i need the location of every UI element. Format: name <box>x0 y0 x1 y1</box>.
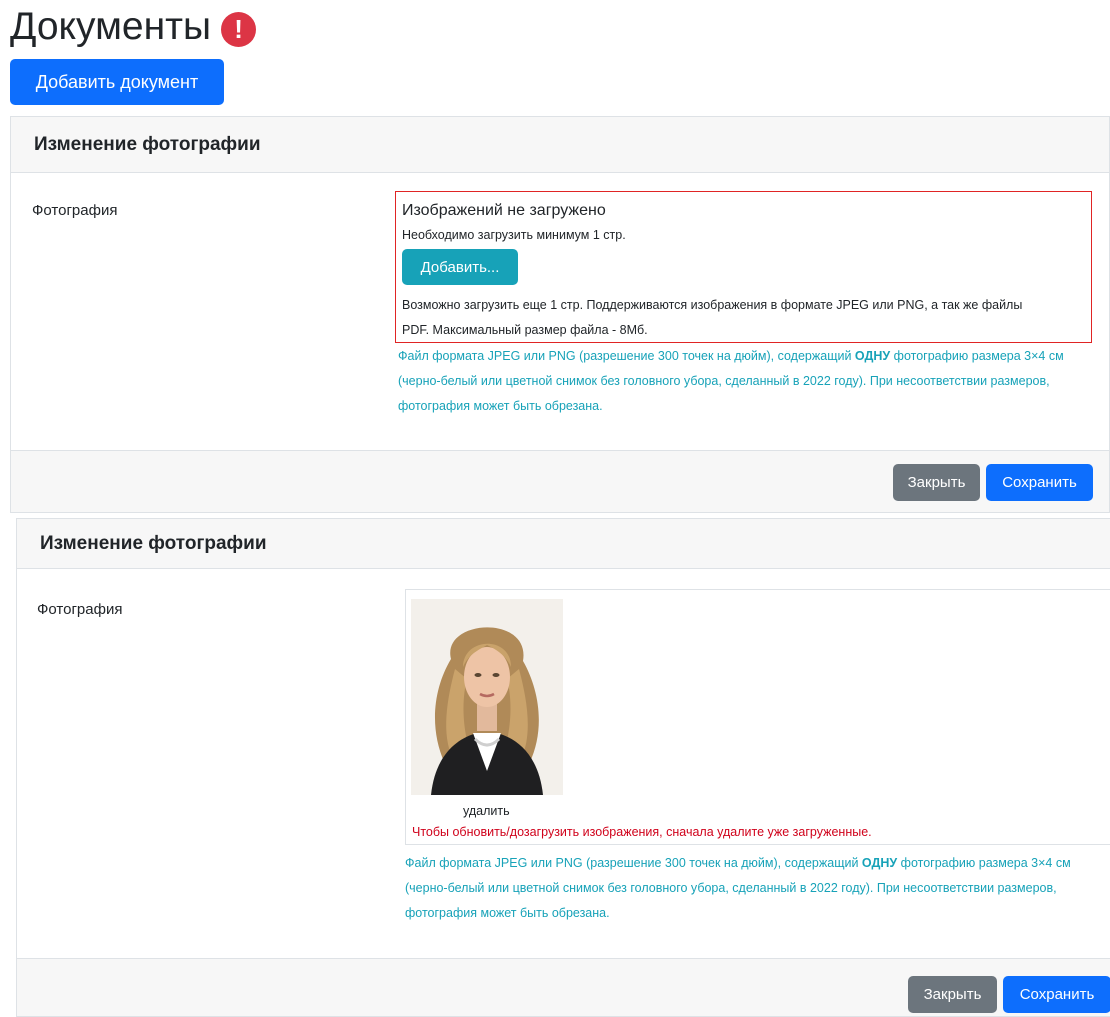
uploaded-images-area: удалить Чтобы обновить/дозагрузить изобр… <box>405 589 1110 845</box>
save-button[interactable]: Сохранить <box>1003 976 1110 1013</box>
add-file-button[interactable]: Добавить... <box>402 249 518 285</box>
add-document-button[interactable]: Добавить документ <box>10 59 224 105</box>
hint-text-part: Файл формата JPEG или PNG (разрешение 30… <box>398 349 855 363</box>
close-button[interactable]: Закрыть <box>893 464 980 501</box>
page-title-text: Документы <box>10 5 212 48</box>
card-footer: Закрыть Сохранить <box>11 450 1109 512</box>
hint-emphasis: ОДНУ <box>861 856 898 870</box>
upload-area: Изображений не загружено Необходимо загр… <box>395 191 1092 343</box>
photo-edit-card-uploaded: Изменение фотографии Фотография удалить … <box>16 518 1110 1017</box>
upload-info-line1: Возможно загрузить еще 1 стр. Поддержива… <box>402 298 1023 312</box>
save-button[interactable]: Сохранить <box>986 464 1093 501</box>
card-footer: Закрыть Сохранить <box>17 958 1110 1016</box>
upload-status-title: Изображений не загружено <box>402 202 606 219</box>
alert-icon: ! <box>221 11 257 47</box>
delete-image-link[interactable]: удалить <box>463 804 510 818</box>
uploaded-photo-thumbnail[interactable] <box>411 599 563 795</box>
photo-requirements-hint: Файл формата JPEG или PNG (разрешение 30… <box>398 344 1098 419</box>
page-title: Документы ! <box>10 4 257 50</box>
hint-emphasis: ОДНУ <box>854 349 891 363</box>
reupload-warning: Чтобы обновить/дозагрузить изображения, … <box>412 825 872 839</box>
upload-info-line2: PDF. Максимальный размер файла - 8Мб. <box>402 323 648 337</box>
upload-info-text: Возможно загрузить еще 1 стр. Поддержива… <box>402 293 1085 343</box>
portrait-photo-icon <box>411 599 563 795</box>
hint-text-part: Файл формата JPEG или PNG (разрешение 30… <box>405 856 862 870</box>
photo-requirements-hint: Файл формата JPEG или PNG (разрешение 30… <box>405 851 1105 926</box>
upload-min-note: Необходимо загрузить минимум 1 стр. <box>402 228 626 242</box>
close-button[interactable]: Закрыть <box>908 976 997 1013</box>
field-label-photo: Фотография <box>37 601 123 618</box>
card-header: Изменение фотографии <box>11 117 1109 173</box>
photo-edit-card-empty: Изменение фотографии Фотография Изображе… <box>10 116 1110 513</box>
field-label-photo: Фотография <box>32 202 118 219</box>
card-header: Изменение фотографии <box>17 519 1110 569</box>
